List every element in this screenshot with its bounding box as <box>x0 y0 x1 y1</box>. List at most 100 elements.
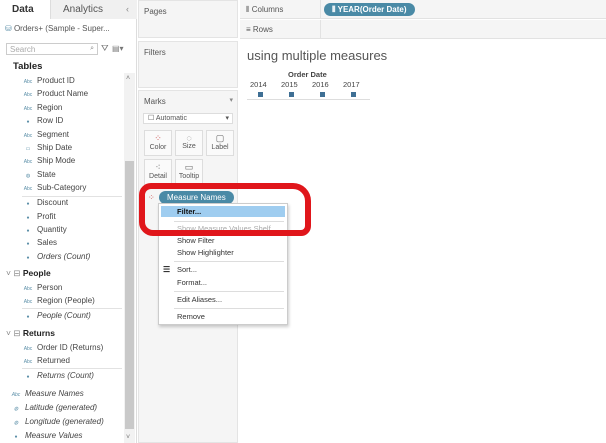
axis-line <box>247 99 370 100</box>
field-item[interactable]: Abc Ship Mode <box>22 155 76 167</box>
field-item[interactable]: Abc Measure Names <box>10 388 84 400</box>
year-header: 2016 <box>312 80 329 89</box>
chevron-down-icon: ▾ <box>225 115 229 122</box>
table-group-returns[interactable]: ˅ ⊟ Returns <box>6 328 55 339</box>
columns-shelf[interactable]: ⦀ Columns <box>240 0 606 19</box>
search-icon: ⌕ <box>90 45 94 52</box>
columns-label: ⦀ Columns <box>246 5 283 15</box>
year-order-date-pill[interactable]: ⦀ YEAR(Order Date) <box>324 3 415 16</box>
field-label: Order ID (Returns) <box>37 343 104 352</box>
scrollbar[interactable]: ˄ ˅ <box>124 73 135 443</box>
color-button[interactable]: ⁘ Color <box>144 130 172 156</box>
tab-data[interactable]: Data <box>0 0 50 19</box>
field-item[interactable]: ● People (Count) <box>22 310 91 322</box>
scrollbar-thumb[interactable] <box>125 161 134 429</box>
scroll-down-icon[interactable]: ˅ <box>126 434 130 441</box>
datasource[interactable]: ⛁ Orders+ (Sample - Super... <box>5 24 110 33</box>
chevron-left-icon[interactable]: ‹ <box>126 4 129 14</box>
field-item[interactable]: ◍ Latitude (generated) <box>10 402 97 414</box>
field-label: Measure Names <box>25 389 84 398</box>
field-type-icon: ● <box>26 373 30 380</box>
field-type-icon: Abc <box>23 92 33 99</box>
field-item[interactable]: Abc Order ID (Returns) <box>22 342 104 354</box>
field-item[interactable]: Abc Person <box>22 282 63 294</box>
menu-item-remove[interactable]: Remove <box>177 312 205 321</box>
data-pane: Data Analytics ‹ ⛁ Orders+ (Sample - Sup… <box>0 0 137 443</box>
marks-menu-icon[interactable]: ▾ <box>229 96 233 104</box>
menu-item-edit-aliases[interactable]: Edit Aliases... <box>177 295 222 304</box>
field-type-icon: ● <box>26 313 30 320</box>
divider <box>22 368 122 369</box>
field-type-icon: Abc <box>23 132 33 139</box>
mark-type-value: Automatic <box>155 115 187 122</box>
sheet-title: using multiple measures <box>247 48 388 63</box>
pages-label: Pages <box>144 7 167 16</box>
field-type-icon: ● <box>26 201 30 208</box>
field-item[interactable]: Abc Region (People) <box>22 295 95 307</box>
field-type-icon: ● <box>26 254 30 261</box>
data-mark[interactable] <box>289 92 294 97</box>
field-type-icon: ● <box>26 227 30 234</box>
menu-item-sort[interactable]: Sort... <box>177 265 197 274</box>
field-label: Ship Date <box>37 143 73 152</box>
tab-analytics[interactable]: Analytics <box>50 0 137 19</box>
data-mark[interactable] <box>320 92 325 97</box>
field-label: Profit <box>37 211 56 221</box>
field-label: People (Count) <box>37 310 91 320</box>
filter-icon[interactable]: ⛛ <box>101 43 109 54</box>
expand-icon[interactable]: ˅ ⊟ <box>6 268 23 278</box>
field-item[interactable]: Abc Segment <box>22 129 69 141</box>
field-item[interactable]: ◍ Longitude (generated) <box>10 416 104 428</box>
field-item[interactable]: ● Profit <box>22 211 56 223</box>
field-label: Latitude (generated) <box>25 403 98 412</box>
field-label: Quantity <box>37 224 67 234</box>
field-item[interactable]: ● Discount <box>22 197 68 209</box>
group-label: Returns <box>22 328 55 338</box>
field-item[interactable]: ● Measure Values <box>10 430 82 442</box>
divider <box>22 196 122 197</box>
menu-item-show-highlighter[interactable]: Show Highlighter <box>177 248 234 257</box>
detail-button[interactable]: ⁖ Detail <box>144 159 172 185</box>
field-label: Returns (Count) <box>37 370 94 380</box>
database-icon: ⛁ <box>5 24 12 33</box>
field-item[interactable]: Abc Sub-Category <box>22 182 87 194</box>
field-label: Ship Mode <box>37 156 76 166</box>
mark-type-dropdown[interactable]: ☐ Automatic ▾ <box>143 113 233 124</box>
field-item[interactable]: ● Quantity <box>22 224 67 236</box>
field-item[interactable]: Abc Returned <box>22 355 70 367</box>
field-label: Product Name <box>37 89 89 99</box>
field-item[interactable]: ▭ Ship Date <box>22 142 73 154</box>
field-item[interactable]: ● Sales <box>22 237 57 249</box>
year-order-date-label: YEAR(Order Date) <box>337 5 407 14</box>
data-mark[interactable] <box>351 92 356 97</box>
field-item[interactable]: ● Returns (Count) <box>22 370 94 382</box>
scroll-up-icon[interactable]: ˄ <box>126 75 130 82</box>
field-label: Longitude (generated) <box>25 417 104 426</box>
datasource-label: Orders+ (Sample - Super... <box>13 24 110 33</box>
menu-item-show-filter[interactable]: Show Filter <box>177 236 215 245</box>
expand-icon[interactable]: ˅ ⊟ <box>6 328 23 338</box>
detail-icon: ⁖ <box>155 162 161 172</box>
field-type-icon: ● <box>26 119 30 126</box>
field-item[interactable]: Abc Product Name <box>22 88 88 100</box>
label-button[interactable]: ▢ Label <box>206 130 234 156</box>
field-item[interactable]: Abc Region <box>22 102 63 114</box>
tooltip-button[interactable]: ▭ Tooltip <box>175 159 203 185</box>
data-mark[interactable] <box>258 92 263 97</box>
rows-shelf[interactable]: ≡ Rows <box>240 20 606 39</box>
field-item[interactable]: ◍ State <box>22 169 56 181</box>
size-button[interactable]: ◌ Size <box>175 130 203 156</box>
field-item[interactable]: ● Row ID <box>22 115 63 127</box>
table-group-people[interactable]: ˅ ⊟ People <box>6 268 51 279</box>
rows-icon: ≡ <box>246 25 251 34</box>
search-input[interactable]: Search ⌕ <box>6 43 98 55</box>
field-item[interactable]: Abc Product ID <box>22 75 75 87</box>
field-item[interactable]: ● Orders (Count) <box>22 251 90 263</box>
red-annotation-highlight <box>139 183 311 236</box>
view-options-icon[interactable]: ▤▾ <box>112 44 124 53</box>
menu-item-format[interactable]: Format... <box>177 278 207 287</box>
pages-card[interactable]: Pages <box>138 0 238 38</box>
label-label: Label <box>211 144 229 151</box>
filters-label: Filters <box>144 48 166 57</box>
filters-card[interactable]: Filters <box>138 41 238 88</box>
